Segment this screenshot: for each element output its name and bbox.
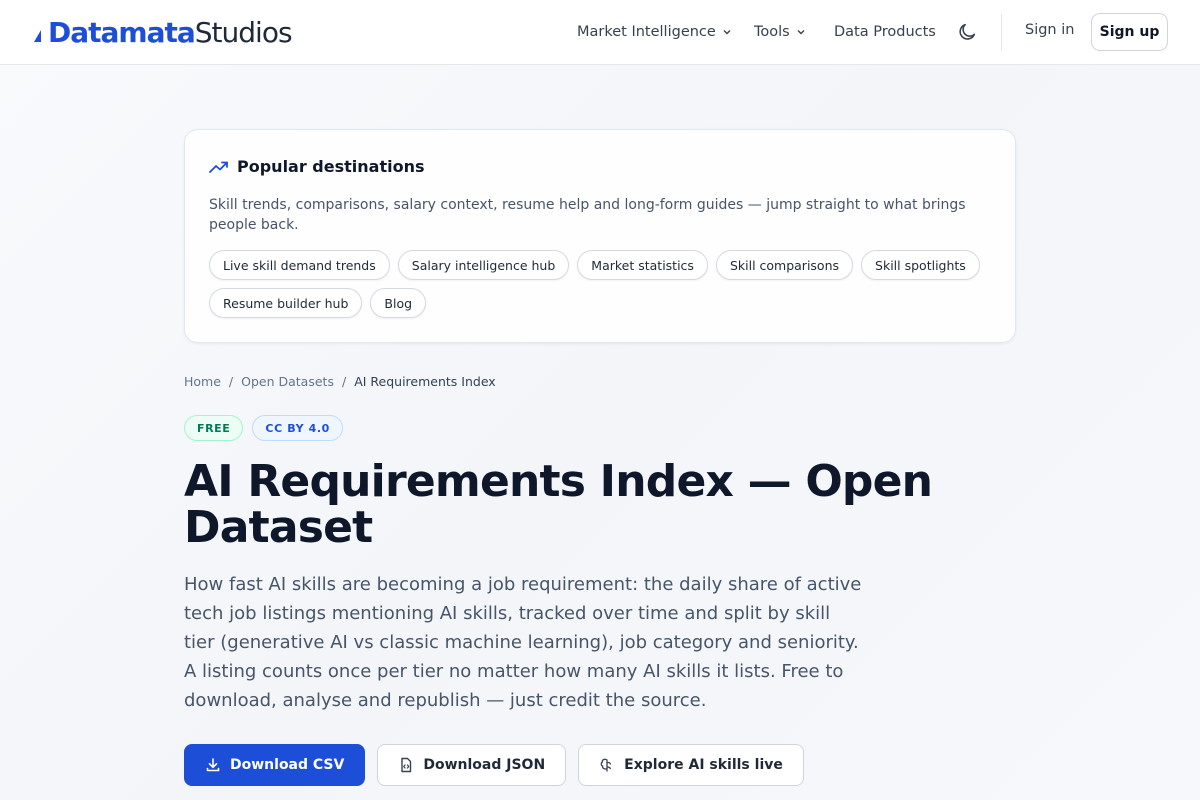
dataset-actions: Download CSV Download JSON Explore AI sk… xyxy=(184,744,804,786)
dataset-badges: FREE CC BY 4.0 xyxy=(184,415,343,441)
sign-up-button[interactable]: Sign up xyxy=(1091,13,1168,51)
explore-ai-skills-button[interactable]: Explore AI skills live xyxy=(578,744,804,786)
breadcrumb-separator: / xyxy=(341,374,347,389)
top-navigation-bar: Datamata Studios Market Intelligence Tool… xyxy=(0,0,1200,65)
download-icon xyxy=(206,758,220,772)
popular-destinations-heading: Popular destinations xyxy=(209,157,425,176)
page-description: How fast AI skills are becoming a job re… xyxy=(184,574,862,711)
nav-market-intelligence[interactable]: Market Intelligence xyxy=(577,0,732,64)
chip-resume-builder-hub[interactable]: Resume builder hub xyxy=(209,288,363,318)
nav-tools[interactable]: Tools xyxy=(754,0,806,64)
download-csv-label: Download CSV xyxy=(230,757,345,773)
popular-destinations-title: Popular destinations xyxy=(237,157,425,176)
chip-market-statistics[interactable]: Market statistics xyxy=(577,250,708,280)
breadcrumb: Home / Open Datasets / AI Requirements I… xyxy=(184,374,496,389)
page-title: AI Requirements Index — Open Dataset xyxy=(184,456,933,553)
chevron-down-icon xyxy=(723,30,731,35)
license-badge: CC BY 4.0 xyxy=(252,415,343,441)
logo-text-primary: Datamata xyxy=(48,15,196,49)
nav-label: Data Products xyxy=(834,24,936,40)
logo-mark-icon xyxy=(34,30,41,42)
download-json-label: Download JSON xyxy=(423,757,546,773)
chip-skill-spotlights[interactable]: Skill spotlights xyxy=(861,250,980,280)
trending-up-icon xyxy=(209,161,228,173)
chip-blog[interactable]: Blog xyxy=(370,288,427,318)
brand-logo[interactable]: Datamata Studios xyxy=(34,14,293,50)
chip-live-skill-demand-trends[interactable]: Live skill demand trends xyxy=(209,250,390,280)
download-json-button[interactable]: Download JSON xyxy=(377,744,567,786)
nav-data-products[interactable]: Data Products xyxy=(834,0,936,64)
moon-icon[interactable] xyxy=(956,21,978,43)
explore-ai-skills-label: Explore AI skills live xyxy=(624,757,783,773)
breadcrumb-current: AI Requirements Index xyxy=(354,374,496,389)
nav-label: Tools xyxy=(754,24,790,40)
brain-icon xyxy=(600,758,612,772)
popular-destinations-description: Skill trends, comparisons, salary contex… xyxy=(209,197,966,233)
free-badge: FREE xyxy=(184,415,244,441)
sign-in-link[interactable]: Sign in xyxy=(1025,22,1074,38)
header-divider xyxy=(1001,14,1002,51)
popular-destinations-card: Popular destinations Skill trends, compa… xyxy=(184,129,1016,343)
chevron-down-icon xyxy=(797,30,805,35)
breadcrumb-open-datasets[interactable]: Open Datasets xyxy=(241,374,334,389)
breadcrumb-separator: / xyxy=(228,374,234,389)
chip-skill-comparisons[interactable]: Skill comparisons xyxy=(715,250,854,280)
destination-links: Live skill demand trends Salary intellig… xyxy=(209,250,999,318)
breadcrumb-home[interactable]: Home xyxy=(184,374,221,389)
download-csv-button[interactable]: Download CSV xyxy=(184,744,366,786)
nav-label: Market Intelligence xyxy=(577,24,716,40)
logo-text-secondary: Studios xyxy=(194,15,293,49)
chip-salary-intelligence-hub[interactable]: Salary intelligence hub xyxy=(397,250,570,280)
file-code-icon xyxy=(401,757,412,773)
